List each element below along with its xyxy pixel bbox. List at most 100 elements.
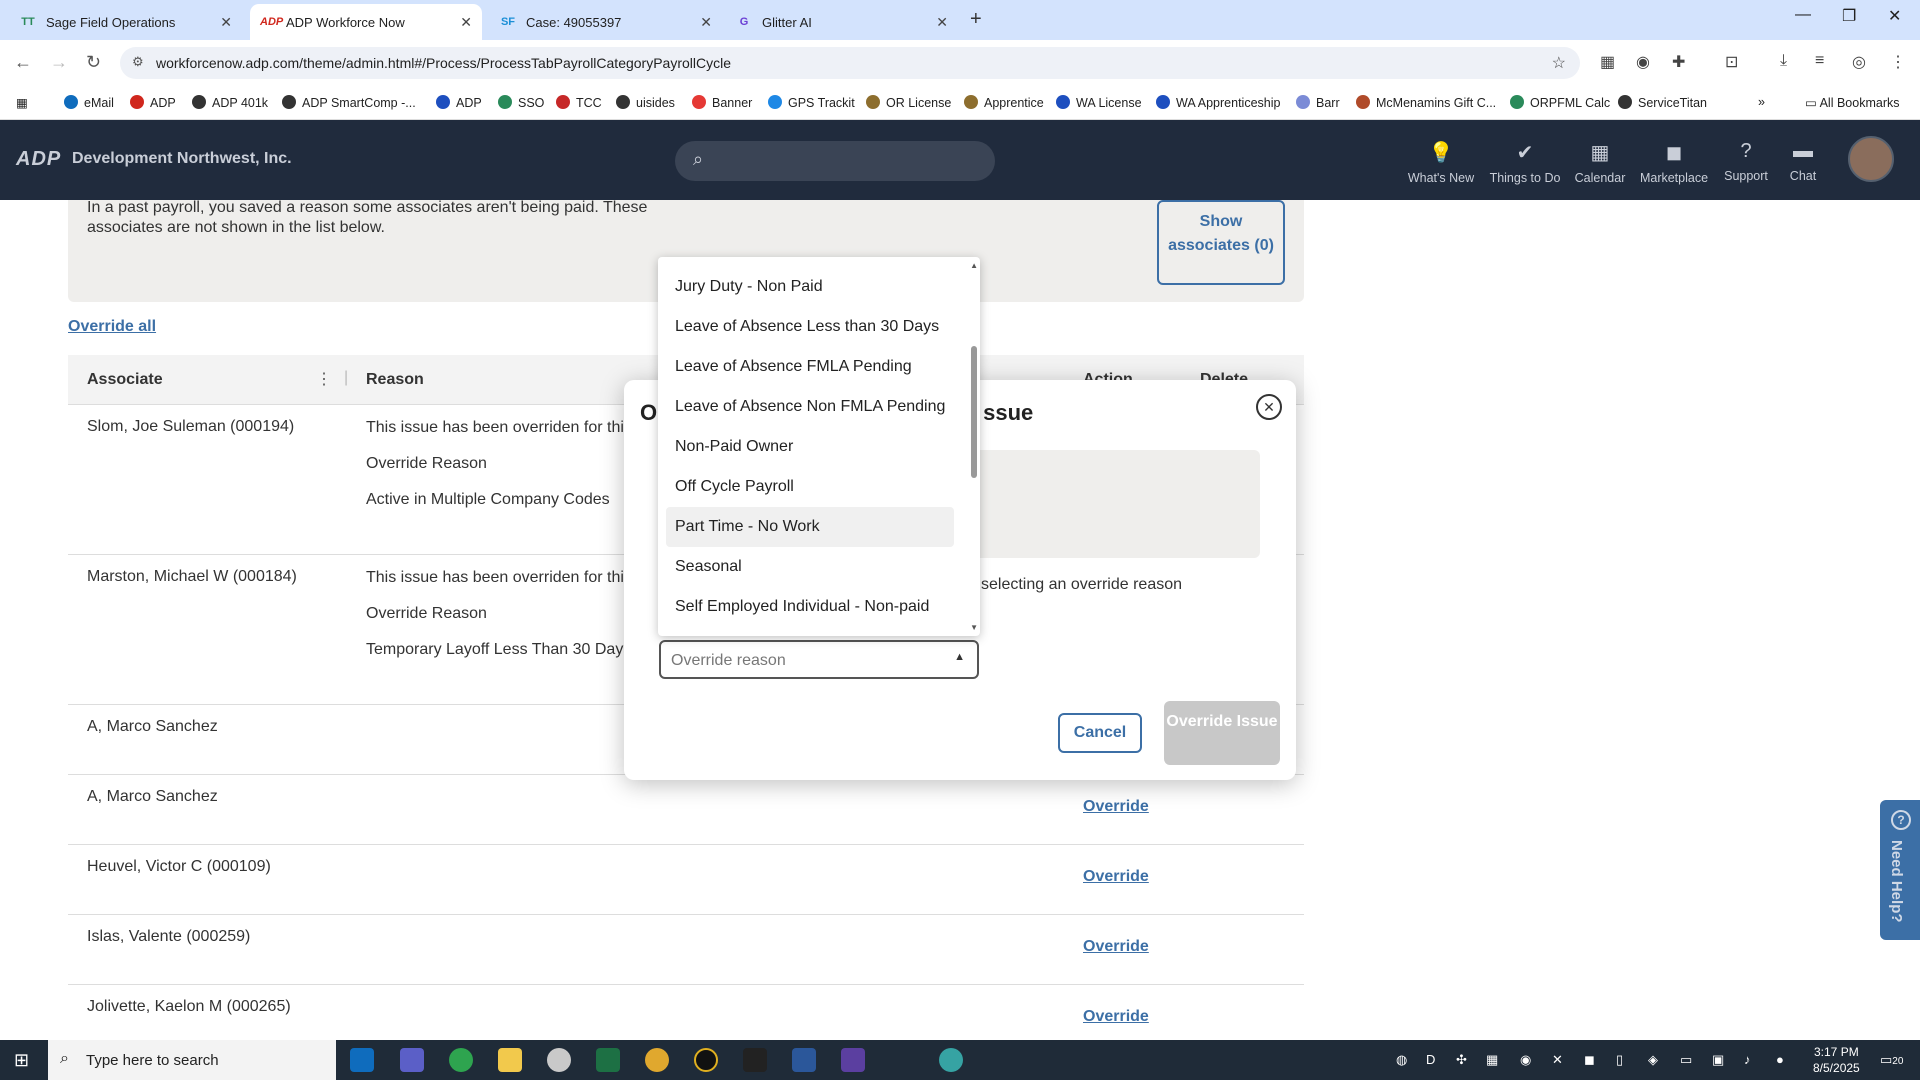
option-loa-less-30[interactable]: Leave of Absence Less than 30 Days bbox=[666, 307, 954, 347]
app-icon[interactable] bbox=[449, 1048, 473, 1072]
bookmark-mcmenamins[interactable]: McMenamins Gift C... bbox=[1356, 95, 1496, 110]
download-icon[interactable]: ⤓ bbox=[1780, 52, 1787, 70]
excel-icon[interactable] bbox=[596, 1048, 620, 1072]
bookmark-star-icon[interactable]: ☆ bbox=[1552, 53, 1566, 73]
column-menu-icon[interactable]: ⋮ bbox=[316, 369, 332, 389]
nav-chat[interactable]: ▬ Chat bbox=[1778, 140, 1828, 183]
listbox-scrollbar[interactable]: ▲ ▼ bbox=[968, 257, 980, 636]
bookmark-or-license[interactable]: OR License bbox=[866, 95, 951, 110]
bookmark-servicetitan[interactable]: ServiceTitan bbox=[1618, 95, 1707, 110]
bookmark-wa-apprenticeship[interactable]: WA Apprenticeship bbox=[1156, 95, 1280, 110]
bookmark-gps-trackit[interactable]: GPS Trackit bbox=[768, 95, 855, 110]
tab-sage-field-operations[interactable]: TT Sage Field Operations ✕ bbox=[10, 4, 242, 40]
bookmark-adp-401k[interactable]: ADP 401k bbox=[192, 95, 268, 110]
chatgpt-icon[interactable] bbox=[939, 1048, 963, 1072]
column-header-reason[interactable]: Reason bbox=[366, 371, 424, 389]
close-icon[interactable]: ✕ bbox=[1256, 394, 1282, 420]
need-help-tab[interactable]: ? Need Help? bbox=[1880, 800, 1920, 940]
bookmark-wa-license[interactable]: WA License bbox=[1056, 95, 1142, 110]
taskbar-search-input[interactable]: ⌕ Type here to search bbox=[48, 1040, 336, 1080]
site-info-icon[interactable]: ⚙ bbox=[132, 54, 144, 70]
override-reason-select[interactable]: Override reason ▲ bbox=[659, 640, 979, 679]
option-jury-duty[interactable]: Jury Duty - Non Paid bbox=[666, 267, 954, 307]
close-window-icon[interactable]: ✕ bbox=[1888, 6, 1901, 26]
nav-things-to-do[interactable]: ✔ Things to Do bbox=[1484, 140, 1566, 185]
tray-app-icon[interactable]: ◍ bbox=[1396, 1052, 1407, 1068]
override-link[interactable]: Override bbox=[1083, 1008, 1149, 1026]
windows-start-icon[interactable]: ⊞ bbox=[14, 1050, 29, 1071]
address-bar[interactable]: ⚙ workforcenow.adp.com/theme/admin.html#… bbox=[120, 47, 1580, 79]
bookmark-orpfml-calc[interactable]: ORPFML Calc bbox=[1510, 95, 1610, 110]
notification-icon[interactable]: ▭20 bbox=[1880, 1052, 1903, 1068]
acrobat-icon[interactable] bbox=[743, 1048, 767, 1072]
tray-app-icon[interactable]: ✣ bbox=[1456, 1052, 1467, 1068]
app-icon[interactable] bbox=[547, 1048, 571, 1072]
extension-icon[interactable]: ▦ bbox=[1600, 52, 1615, 72]
bookmark-uisides[interactable]: uisides bbox=[616, 95, 675, 110]
outlook-icon[interactable] bbox=[350, 1048, 374, 1072]
reload-icon[interactable]: ↻ bbox=[86, 52, 101, 73]
tab-case[interactable]: SF Case: 49055397 ✕ bbox=[490, 4, 722, 40]
network-icon[interactable]: ▣ bbox=[1712, 1052, 1724, 1068]
bookmark-adp[interactable]: ADP bbox=[130, 95, 176, 110]
tray-app-icon[interactable]: ✕ bbox=[1552, 1052, 1563, 1068]
bookmark-email[interactable]: eMail bbox=[64, 95, 114, 110]
app-icon[interactable] bbox=[841, 1048, 865, 1072]
media-icon[interactable]: ≡ bbox=[1815, 52, 1824, 70]
nav-whats-new[interactable]: 💡 What's New bbox=[1406, 140, 1476, 185]
word-icon[interactable] bbox=[792, 1048, 816, 1072]
close-tab-icon[interactable]: ✕ bbox=[936, 14, 948, 31]
file-explorer-icon[interactable] bbox=[498, 1048, 522, 1072]
restore-icon[interactable]: ❐ bbox=[1842, 6, 1856, 26]
extension-icon[interactable]: ◉ bbox=[1636, 52, 1650, 72]
chrome-icon[interactable] bbox=[645, 1048, 669, 1072]
menu-kebab-icon[interactable]: ⋮ bbox=[1890, 52, 1906, 72]
tray-app-icon[interactable]: ◉ bbox=[1520, 1052, 1531, 1068]
override-all-link[interactable]: Override all bbox=[68, 318, 156, 336]
scroll-up-icon[interactable]: ▲ bbox=[970, 261, 978, 270]
battery-icon[interactable]: ▭ bbox=[1680, 1052, 1692, 1068]
option-seasonal[interactable]: Seasonal bbox=[666, 547, 954, 587]
tray-app-icon[interactable]: D bbox=[1426, 1052, 1435, 1067]
close-tab-icon[interactable]: ✕ bbox=[700, 14, 712, 31]
nav-calendar[interactable]: ▦ Calendar bbox=[1570, 140, 1630, 185]
bookmark-barr[interactable]: Barr bbox=[1296, 95, 1340, 110]
microphone-icon[interactable]: ● bbox=[1776, 1052, 1784, 1067]
tab-adp-workforce-now[interactable]: ADP ADP Workforce Now ✕ bbox=[250, 4, 482, 40]
close-tab-icon[interactable]: ✕ bbox=[220, 14, 232, 31]
back-icon[interactable]: ← bbox=[14, 52, 32, 73]
bookmark-banner[interactable]: Banner bbox=[692, 95, 752, 110]
global-search-input[interactable]: ⌕ bbox=[675, 141, 995, 181]
system-clock[interactable]: 3:17 PM 8/5/2025 bbox=[1813, 1044, 1860, 1076]
avatar[interactable] bbox=[1848, 136, 1894, 182]
bookmark-apprentice[interactable]: Apprentice bbox=[964, 95, 1044, 110]
volume-icon[interactable]: ♪ bbox=[1744, 1052, 1751, 1067]
option-self-employed[interactable]: Self Employed Individual - Non-paid bbox=[666, 587, 954, 627]
extensions-puzzle-icon[interactable]: ✚ bbox=[1672, 52, 1685, 72]
column-header-associate[interactable]: Associate bbox=[87, 371, 163, 389]
option-part-time-no-work[interactable]: Part Time - No Work bbox=[666, 507, 954, 547]
teams-icon[interactable] bbox=[400, 1048, 424, 1072]
override-link[interactable]: Override bbox=[1083, 868, 1149, 886]
more-bookmarks-icon[interactable]: » bbox=[1758, 95, 1765, 109]
tray-app-icon[interactable]: ◼ bbox=[1584, 1052, 1595, 1068]
profile-icon[interactable]: ◎ bbox=[1852, 52, 1866, 72]
all-bookmarks[interactable]: ▭ All Bookmarks bbox=[1805, 95, 1899, 110]
option-off-cycle[interactable]: Off Cycle Payroll bbox=[666, 467, 954, 507]
option-non-paid-owner[interactable]: Non-Paid Owner bbox=[666, 427, 954, 467]
close-tab-icon[interactable]: ✕ bbox=[460, 14, 472, 31]
new-tab-icon[interactable]: + bbox=[970, 8, 982, 31]
tray-app-icon[interactable]: ◈ bbox=[1648, 1052, 1658, 1068]
forward-icon[interactable]: → bbox=[50, 52, 68, 73]
adp-logo[interactable]: ADP bbox=[16, 148, 61, 171]
nav-support[interactable]: ? Support bbox=[1718, 140, 1774, 183]
tray-app-icon[interactable]: ▦ bbox=[1486, 1052, 1498, 1068]
tab-glitter-ai[interactable]: G Glitter AI ✕ bbox=[726, 4, 958, 40]
option-loa-non-fmla[interactable]: Leave of Absence Non FMLA Pending bbox=[666, 387, 954, 427]
override-link[interactable]: Override bbox=[1083, 798, 1149, 816]
scroll-thumb[interactable] bbox=[971, 346, 977, 478]
tray-app-icon[interactable]: ▯ bbox=[1616, 1052, 1623, 1068]
bookmark-adp-2[interactable]: ADP bbox=[436, 95, 482, 110]
show-associates-button[interactable]: Show associates (0) bbox=[1157, 200, 1285, 285]
bookmark-sso[interactable]: SSO bbox=[498, 95, 544, 110]
